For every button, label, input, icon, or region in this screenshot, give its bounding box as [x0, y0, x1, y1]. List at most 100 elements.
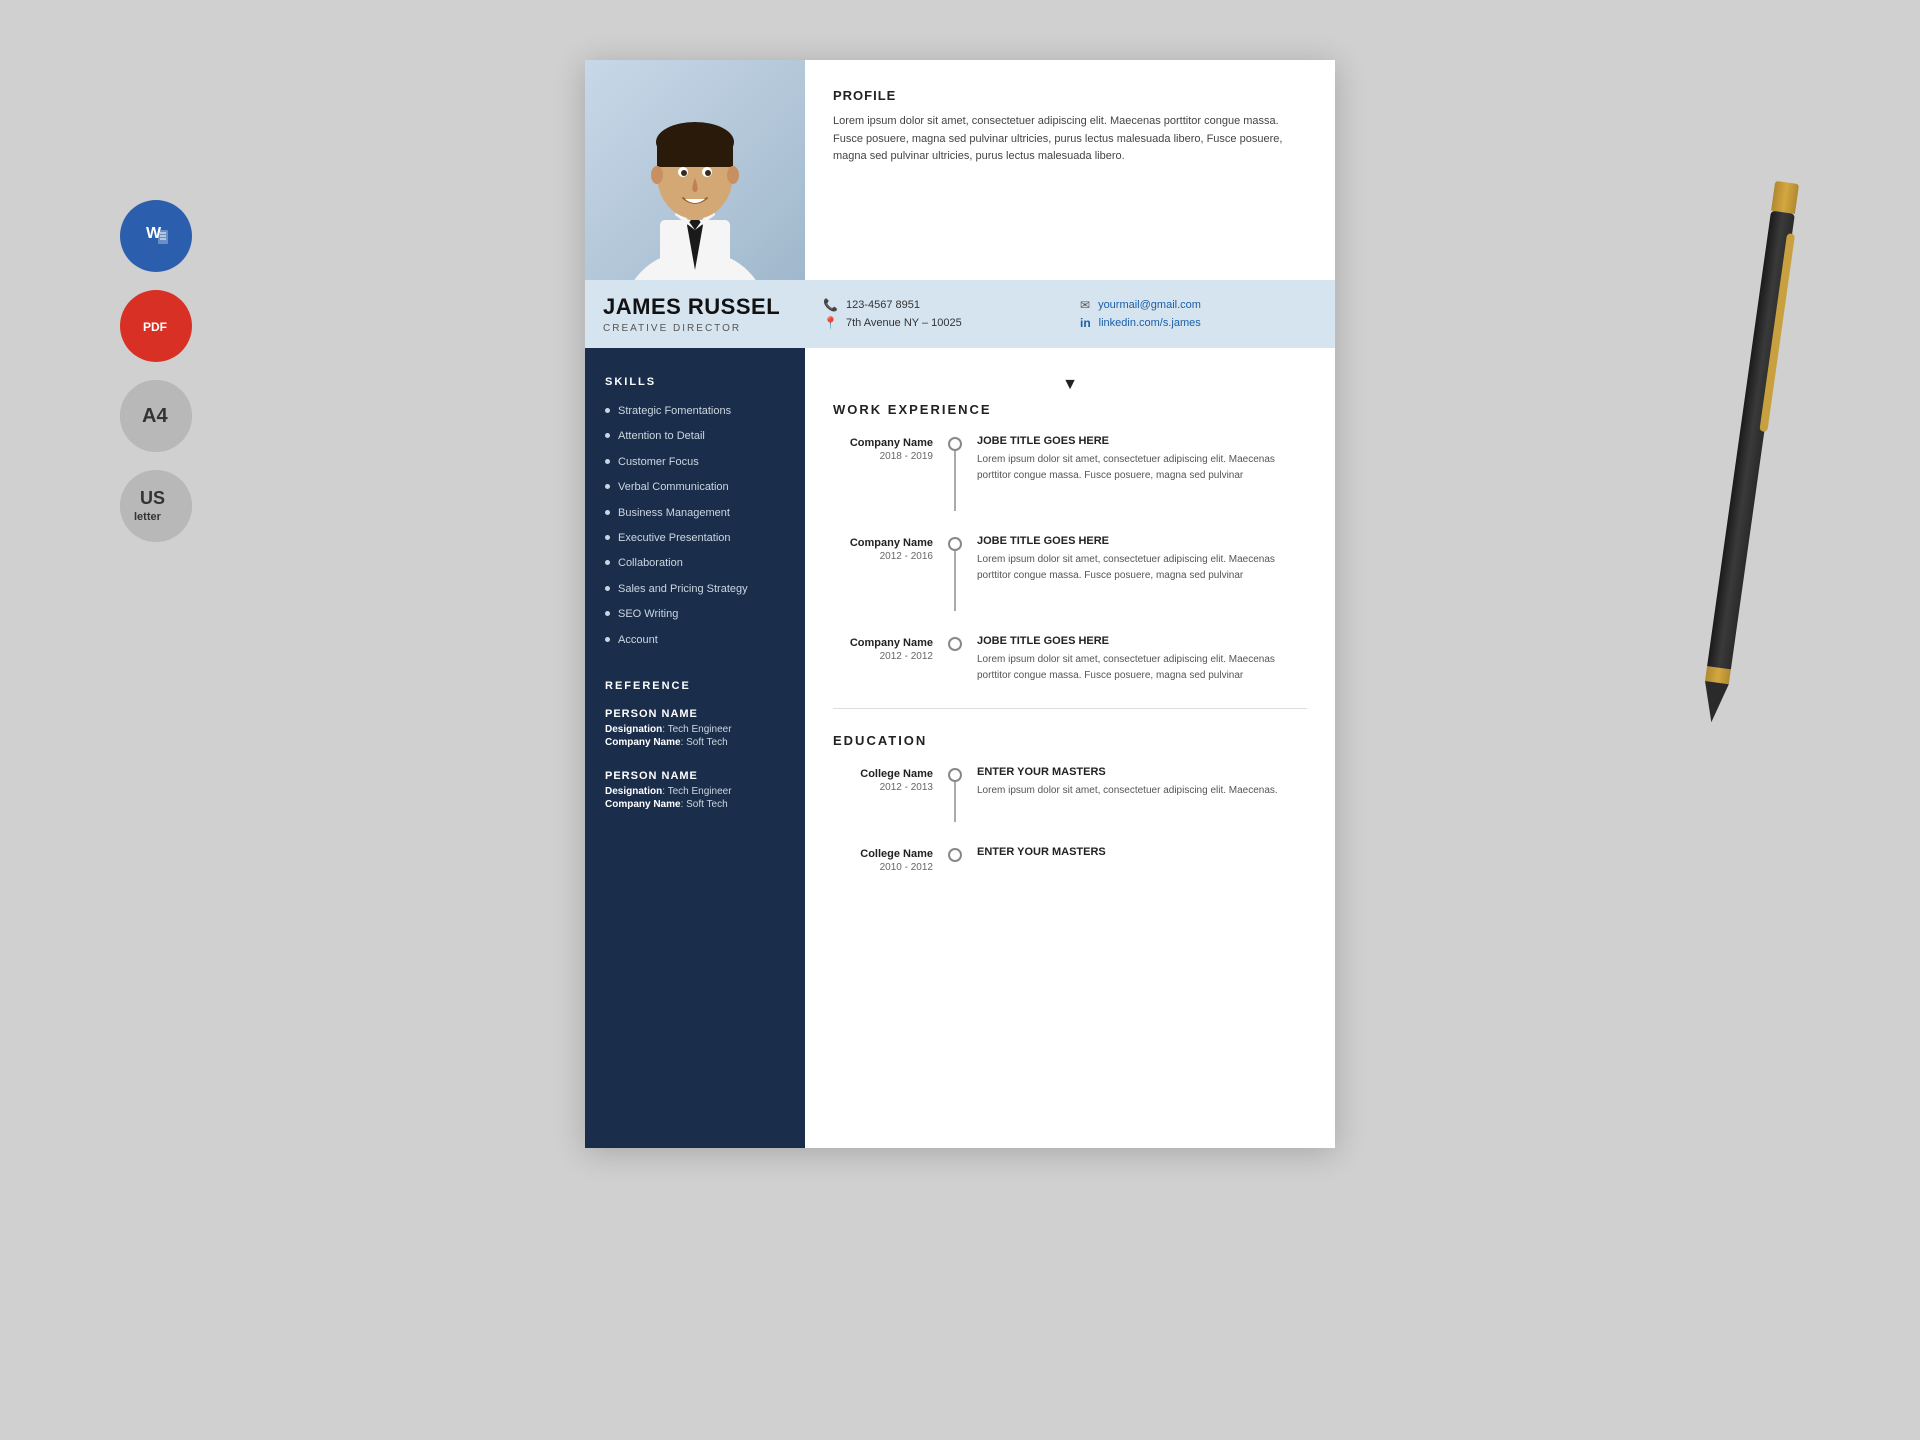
section-divider	[833, 708, 1307, 709]
skill-bullet	[605, 611, 610, 616]
timeline-right: JOBE TITLE GOES HERE Lorem ipsum dolor s…	[967, 635, 1307, 684]
skill-item: Verbal Communication	[605, 480, 785, 495]
timeline-right: ENTER YOUR MASTERS	[967, 846, 1307, 873]
svg-text:PDF: PDF	[143, 320, 167, 334]
education-timeline: College Name 2012 - 2013 ENTER YOUR MAST…	[833, 766, 1307, 873]
job-title: JOBE TITLE GOES HERE	[977, 535, 1307, 547]
skills-list: Strategic Fomentations Attention to Detai…	[605, 404, 785, 648]
email-icon: ✉	[1080, 298, 1090, 312]
location-icon: 📍	[823, 316, 838, 330]
profile-section: PROFILE Lorem ipsum dolor sit amet, cons…	[833, 88, 1307, 166]
timeline-dot	[948, 437, 962, 451]
timeline-connector	[943, 635, 967, 684]
reference-item: PERSON NAME Designation: Tech Engineer C…	[605, 770, 785, 810]
work-dates: 2012 - 2016	[833, 551, 933, 562]
skill-item: Sales and Pricing Strategy	[605, 582, 785, 597]
company-name: Company Name	[833, 637, 933, 649]
skill-label: Strategic Fomentations	[618, 404, 731, 419]
timeline-connector	[943, 535, 967, 611]
edu-dates: 2010 - 2012	[833, 862, 933, 873]
skill-label: Verbal Communication	[618, 480, 729, 495]
timeline-right: JOBE TITLE GOES HERE Lorem ipsum dolor s…	[967, 535, 1307, 611]
contact-email: ✉ yourmail@gmail.com	[1080, 298, 1317, 312]
timeline-line	[954, 782, 956, 822]
job-title: JOBE TITLE GOES HERE	[977, 635, 1307, 647]
reference-item: PERSON NAME Designation: Tech Engineer C…	[605, 708, 785, 748]
svg-text:US: US	[140, 488, 165, 508]
skill-label: Sales and Pricing Strategy	[618, 582, 748, 597]
timeline-connector	[943, 846, 967, 873]
phone-value: 123-4567 8951	[846, 299, 920, 311]
skill-item: Customer Focus	[605, 455, 785, 470]
contact-phone: 📞 123-4567 8951	[823, 298, 1060, 312]
timeline-left: College Name 2012 - 2013	[833, 766, 943, 822]
timeline-connector	[943, 435, 967, 511]
resume-card: PROFILE Lorem ipsum dolor sit amet, cons…	[585, 60, 1335, 1148]
skills-title: SKILLS	[605, 376, 785, 388]
timeline-dot	[948, 848, 962, 862]
reference-section: PERSON NAME Designation: Tech Engineer C…	[605, 708, 785, 810]
education-title: EDUCATION	[833, 733, 1307, 748]
skill-bullet	[605, 586, 610, 591]
skill-item: Account	[605, 633, 785, 648]
skill-item: Collaboration	[605, 556, 785, 571]
main-content: ▼ WORK EXPERIENCE Company Name 2018 - 20…	[805, 348, 1335, 1148]
linkedin-link[interactable]: linkedin.com/s.james	[1099, 317, 1201, 329]
skill-item: Business Management	[605, 506, 785, 521]
skill-bullet	[605, 510, 610, 515]
skill-label: Account	[618, 633, 658, 648]
resume-header: PROFILE Lorem ipsum dolor sit amet, cons…	[585, 60, 1335, 280]
skill-item: SEO Writing	[605, 607, 785, 622]
skill-label: Customer Focus	[618, 455, 699, 470]
timeline-left: Company Name 2012 - 2012	[833, 635, 943, 684]
profile-text: Lorem ipsum dolor sit amet, consectetuer…	[833, 113, 1307, 166]
work-timeline-item: Company Name 2012 - 2012 JOBE TITLE GOES…	[833, 635, 1307, 684]
phone-icon: 📞	[823, 298, 838, 312]
resume-body: SKILLS Strategic Fomentations Attention t…	[585, 348, 1335, 1148]
name-bar: JAMES RUSSEL CREATIVE DIRECTOR 📞 123-456…	[585, 280, 1335, 348]
svg-text:letter: letter	[134, 511, 162, 523]
ref-company: Company Name: Soft Tech	[605, 737, 785, 748]
ref-company: Company Name: Soft Tech	[605, 799, 785, 810]
skill-item: Attention to Detail	[605, 429, 785, 444]
degree-description: Lorem ipsum dolor sit amet, consectetuer…	[977, 783, 1307, 799]
work-experience-timeline: Company Name 2018 - 2019 JOBE TITLE GOES…	[833, 435, 1307, 684]
email-link[interactable]: yourmail@gmail.com	[1098, 299, 1201, 311]
work-dates: 2018 - 2019	[833, 451, 933, 462]
company-name: Company Name	[833, 437, 933, 449]
location-pin-icon: ▼	[833, 376, 1307, 394]
timeline-line	[954, 551, 956, 611]
timeline-left: Company Name 2018 - 2019	[833, 435, 943, 511]
skill-bullet	[605, 408, 610, 413]
skill-item: Strategic Fomentations	[605, 404, 785, 419]
work-experience-title: WORK EXPERIENCE	[833, 402, 1307, 417]
work-timeline-item: Company Name 2012 - 2016 JOBE TITLE GOES…	[833, 535, 1307, 611]
contact-section: 📞 123-4567 8951 ✉ yourmail@gmail.com 📍 7…	[805, 284, 1335, 344]
skill-bullet	[605, 535, 610, 540]
sidebar: SKILLS Strategic Fomentations Attention t…	[585, 348, 805, 1148]
us-letter-icon[interactable]: US letter	[120, 470, 192, 542]
skill-bullet	[605, 459, 610, 464]
job-description: Lorem ipsum dolor sit amet, consectetuer…	[977, 452, 1307, 484]
contact-address: 📍 7th Avenue NY – 10025	[823, 316, 1060, 330]
pen-decoration	[1701, 181, 1801, 700]
ref-designation: Designation: Tech Engineer	[605, 786, 785, 797]
skill-bullet	[605, 433, 610, 438]
company-name: Company Name	[833, 537, 933, 549]
a4-icon[interactable]: A4	[120, 380, 192, 452]
timeline-left: College Name 2010 - 2012	[833, 846, 943, 873]
svg-text:A4: A4	[142, 405, 168, 427]
person-name: JAMES RUSSEL	[603, 294, 787, 320]
timeline-connector	[943, 766, 967, 822]
work-dates: 2012 - 2012	[833, 651, 933, 662]
reference-title: REFERENCE	[605, 680, 785, 692]
pdf-icon[interactable]: PDF	[120, 290, 192, 362]
word-icon[interactable]: W	[120, 200, 192, 272]
person-job-title: CREATIVE DIRECTOR	[603, 323, 787, 334]
skill-bullet	[605, 637, 610, 642]
linkedin-icon: in	[1080, 316, 1091, 330]
education-timeline-item: College Name 2010 - 2012 ENTER YOUR MAST…	[833, 846, 1307, 873]
timeline-left: Company Name 2012 - 2016	[833, 535, 943, 611]
skill-label: Executive Presentation	[618, 531, 731, 546]
profile-title: PROFILE	[833, 88, 1307, 103]
